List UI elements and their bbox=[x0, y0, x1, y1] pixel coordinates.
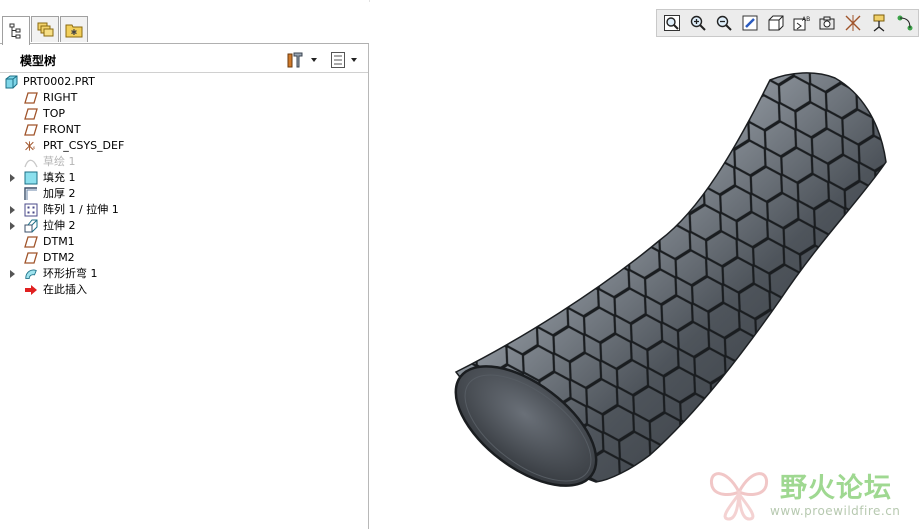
tree-item[interactable]: x PRT_CSYS_DEF bbox=[0, 138, 368, 154]
tree-item[interactable]: 环形折弯 1 bbox=[0, 266, 368, 282]
part-icon bbox=[4, 75, 18, 89]
hexagon-pattern-tube-model[interactable] bbox=[370, 0, 919, 529]
expand-arrow-icon[interactable] bbox=[10, 270, 15, 278]
expand-arrow-icon[interactable] bbox=[10, 206, 15, 214]
zoom-in-icon bbox=[689, 14, 707, 32]
refit-button[interactable] bbox=[660, 11, 685, 35]
butterfly-logo-icon bbox=[709, 472, 769, 521]
fill-icon bbox=[24, 171, 38, 185]
csys-icon: x bbox=[24, 139, 38, 153]
svg-text:✱: ✱ bbox=[71, 28, 78, 37]
datum-plane-icon bbox=[24, 251, 38, 265]
extrude-icon bbox=[24, 219, 38, 233]
datum-display-button[interactable] bbox=[841, 11, 866, 35]
tree-item-label: 在此插入 bbox=[43, 283, 87, 296]
display-style-button[interactable] bbox=[763, 11, 788, 35]
watermark-text: 野火论坛 bbox=[780, 473, 892, 504]
tree-item[interactable]: 在此插入 bbox=[0, 282, 368, 298]
tree-item[interactable]: DTM1 bbox=[0, 234, 368, 250]
spin-center-icon bbox=[896, 14, 914, 32]
tree-item-label: TOP bbox=[43, 107, 66, 120]
svg-text:x: x bbox=[33, 146, 36, 151]
tab-model-tree[interactable] bbox=[2, 16, 30, 45]
annotation-display-icon bbox=[870, 14, 888, 32]
datum-plane-icon bbox=[24, 91, 38, 105]
tree-item-label: PRT0002.PRT bbox=[23, 75, 95, 88]
zoom-out-icon bbox=[715, 14, 733, 32]
thicken-icon bbox=[24, 187, 38, 201]
tree-item-label: 环形折弯 1 bbox=[43, 267, 98, 280]
navigator-panel: ✱ 模型树 PRT0002.PRT RIGHT TOP FRONT x PRT_CSYS_… bbox=[0, 0, 369, 529]
tree-item-label: FRONT bbox=[43, 123, 81, 136]
display-style-icon bbox=[767, 14, 785, 32]
model-tree-header: 模型树 bbox=[0, 45, 368, 73]
tree-item[interactable]: PRT0002.PRT bbox=[0, 74, 368, 90]
tree-item[interactable]: RIGHT bbox=[0, 90, 368, 106]
favorites-folder-icon: ✱ bbox=[65, 24, 83, 37]
model-tree: PRT0002.PRT RIGHT TOP FRONT x PRT_CSYS_DEF 草绘 … bbox=[0, 74, 368, 298]
expand-arrow-icon[interactable] bbox=[10, 174, 15, 182]
tree-item[interactable]: 草绘 1 bbox=[0, 154, 368, 170]
tree-item-label: 加厚 2 bbox=[43, 187, 76, 200]
datum-display-icon bbox=[844, 14, 862, 32]
model-tree-icon bbox=[9, 23, 21, 39]
repaint-button[interactable] bbox=[737, 11, 762, 35]
tree-item[interactable]: FRONT bbox=[0, 122, 368, 138]
toroidal-bend-icon bbox=[24, 267, 38, 281]
expand-arrow-icon[interactable] bbox=[10, 222, 15, 230]
datum-plane-icon bbox=[24, 123, 38, 137]
pattern-icon bbox=[24, 203, 38, 217]
tree-item[interactable]: DTM2 bbox=[0, 250, 368, 266]
datum-plane-icon bbox=[24, 235, 38, 249]
svg-text:AB: AB bbox=[802, 16, 810, 23]
spin-center-button[interactable] bbox=[892, 11, 917, 35]
watermark-url: www.proewildfire.cn bbox=[770, 504, 901, 518]
zoom-in-button[interactable] bbox=[686, 11, 711, 35]
tree-item-label: RIGHT bbox=[43, 91, 78, 104]
tree-item-label: DTM1 bbox=[43, 235, 75, 248]
layers-icon bbox=[37, 22, 54, 36]
view-toolbar: AB bbox=[656, 9, 919, 37]
sketch-icon bbox=[24, 155, 38, 169]
repaint-icon bbox=[741, 14, 759, 32]
tree-item[interactable]: 填充 1 bbox=[0, 170, 368, 186]
chevron-down-icon bbox=[311, 58, 317, 62]
tree-item-label: 填充 1 bbox=[43, 171, 76, 184]
tree-item[interactable]: 加厚 2 bbox=[0, 186, 368, 202]
settings-tools-icon bbox=[287, 52, 303, 68]
annotation-display-button[interactable] bbox=[866, 11, 891, 35]
navigator-tabs: ✱ bbox=[0, 0, 369, 45]
chevron-down-icon bbox=[351, 58, 357, 62]
tree-settings-button[interactable] bbox=[286, 50, 317, 70]
tree-show-button[interactable] bbox=[330, 50, 357, 70]
tree-item[interactable]: 拉伸 2 bbox=[0, 218, 368, 234]
tree-item[interactable]: TOP bbox=[0, 106, 368, 122]
tree-item-label: DTM2 bbox=[43, 251, 75, 264]
tree-item-label: 拉伸 2 bbox=[43, 219, 76, 232]
datum-plane-icon bbox=[24, 107, 38, 121]
view-manager-button[interactable] bbox=[815, 11, 840, 35]
zoom-out-button[interactable] bbox=[712, 11, 737, 35]
tree-item-label: 阵列 1 / 拉伸 1 bbox=[43, 203, 119, 216]
list-icon bbox=[331, 52, 345, 68]
graphics-window[interactable] bbox=[370, 0, 919, 529]
insert-here-arrow-icon bbox=[24, 283, 38, 297]
tab-favorites[interactable]: ✱ bbox=[60, 16, 88, 42]
saved-views-button[interactable]: AB bbox=[789, 11, 814, 35]
refit-icon bbox=[663, 14, 681, 32]
tree-item[interactable]: 阵列 1 / 拉伸 1 bbox=[0, 202, 368, 218]
tree-item-label: PRT_CSYS_DEF bbox=[43, 139, 125, 152]
tree-item-label: 草绘 1 bbox=[43, 155, 76, 168]
view-manager-icon bbox=[818, 14, 836, 32]
tab-layers[interactable] bbox=[31, 16, 59, 42]
model-tree-title: 模型树 bbox=[20, 54, 57, 68]
saved-views-icon: AB bbox=[792, 14, 810, 32]
